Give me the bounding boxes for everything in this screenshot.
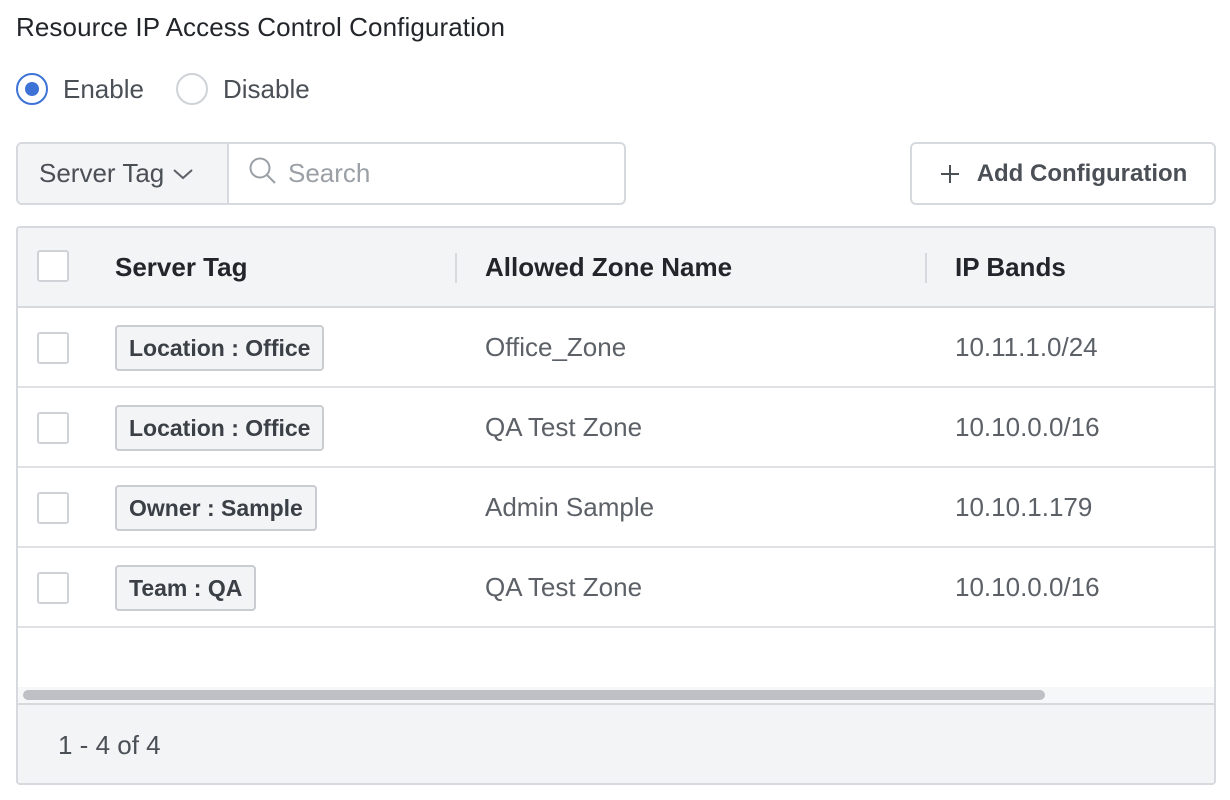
radio-label-enable: Enable [63, 73, 144, 104]
ip-band-cell: 10.10.0.0/16 [955, 411, 1100, 442]
radio-disable[interactable] [175, 73, 208, 105]
ip-band-cell: 10.10.0.0/16 [955, 571, 1100, 602]
row-checkbox[interactable] [37, 492, 69, 524]
horizontal-scrollbar[interactable] [18, 687, 1214, 703]
config-table: Server Tag Allowed Zone Name IP Bands Lo… [16, 226, 1216, 785]
filter-field-label: Server Tag [39, 158, 165, 188]
zone-name-cell: Office_Zone [485, 331, 627, 362]
zone-name-cell: Admin Sample [485, 491, 655, 522]
pagination-summary: 1 - 4 of 4 [58, 729, 161, 760]
filter-field-dropdown[interactable]: Server Tag [18, 144, 229, 203]
row-checkbox[interactable] [37, 412, 69, 444]
access-control-radio-group: Enable Disable [16, 73, 342, 105]
filter-bar: Server Tag [16, 142, 626, 205]
table-row[interactable]: Location : Office Office_Zone 10.11.1.0/… [18, 308, 1214, 388]
server-tag-badge: Owner : Sample [115, 485, 317, 531]
server-tag-badge: Location : Office [115, 325, 325, 371]
ip-band-cell: 10.11.1.0/24 [955, 331, 1098, 362]
plus-icon [939, 163, 961, 185]
table-header: Server Tag Allowed Zone Name IP Bands [18, 228, 1214, 308]
column-header-ip-bands[interactable]: IP Bands [955, 228, 1066, 306]
page-title: Resource IP Access Control Configuration [16, 12, 506, 42]
zone-name-cell: QA Test Zone [485, 411, 643, 442]
add-configuration-button[interactable]: Add Configuration [910, 142, 1216, 205]
page: Resource IP Access Control Configuration… [0, 0, 1230, 800]
select-all-checkbox[interactable] [37, 250, 69, 282]
table-row[interactable]: Location : Office QA Test Zone 10.10.0.0… [18, 388, 1214, 468]
search-box [229, 144, 624, 203]
table-footer: 1 - 4 of 4 [18, 703, 1214, 783]
scrollbar-thumb[interactable] [23, 690, 1045, 700]
chevron-down-icon [172, 167, 194, 181]
row-checkbox[interactable] [37, 332, 69, 364]
radio-option-disable[interactable]: Disable [175, 73, 310, 105]
column-header-zone-name[interactable]: Allowed Zone Name [485, 228, 732, 306]
add-configuration-label: Add Configuration [976, 159, 1188, 187]
radio-enable[interactable] [16, 73, 48, 105]
radio-option-enable[interactable]: Enable [16, 73, 144, 105]
table-row[interactable]: Team : QA QA Test Zone 10.10.0.0/16 [18, 548, 1214, 628]
search-icon [248, 156, 278, 191]
search-input[interactable] [288, 158, 588, 189]
ip-band-cell: 10.10.1.179 [955, 491, 1093, 522]
column-resize-handle[interactable] [925, 253, 927, 283]
zone-name-cell: QA Test Zone [485, 571, 643, 602]
column-header-server-tag[interactable]: Server Tag [115, 228, 247, 306]
column-resize-handle[interactable] [455, 253, 457, 283]
server-tag-badge: Team : QA [115, 565, 257, 611]
table-row[interactable]: Owner : Sample Admin Sample 10.10.1.179 [18, 468, 1214, 548]
row-checkbox[interactable] [37, 572, 69, 604]
server-tag-badge: Location : Office [115, 405, 325, 451]
radio-label-disable: Disable [222, 73, 310, 104]
